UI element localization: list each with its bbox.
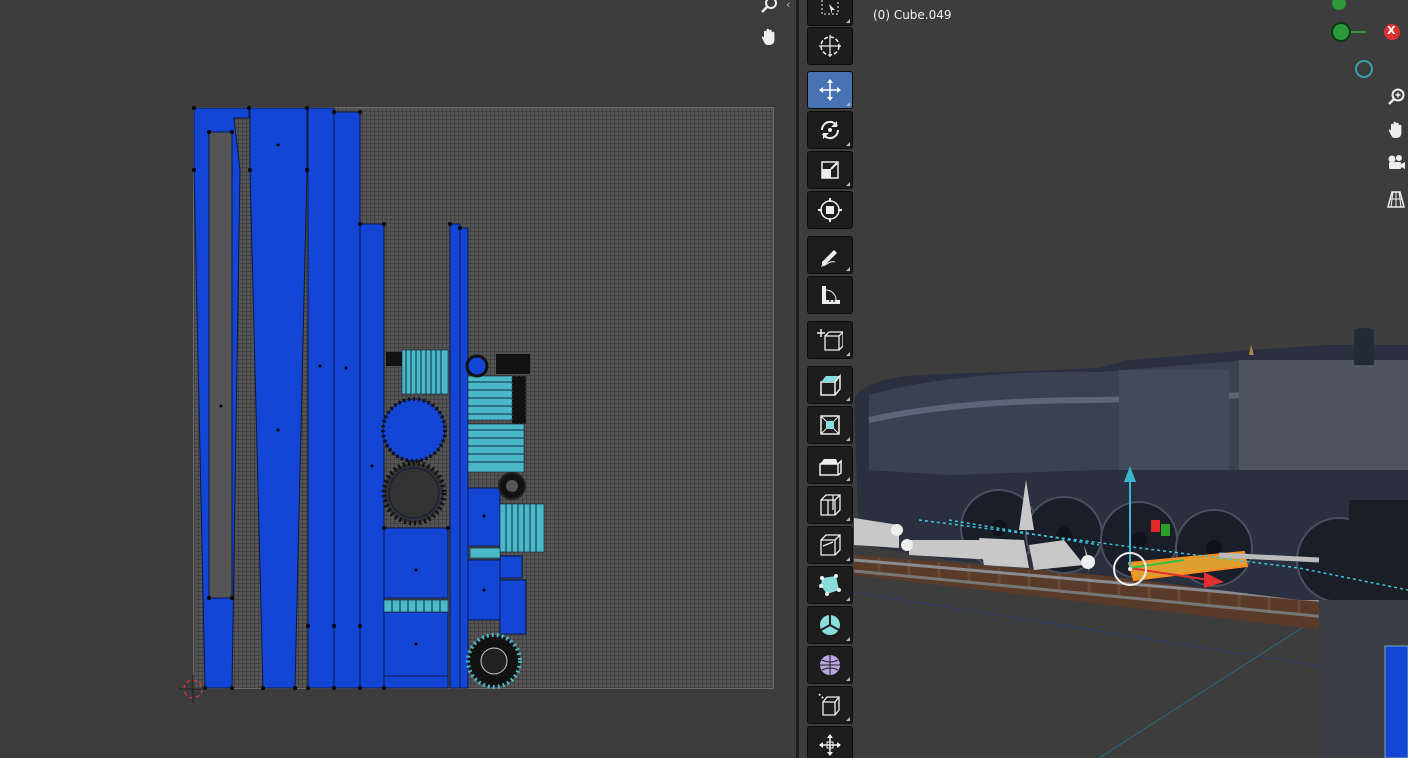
uv-island-stripes-6 <box>469 547 501 559</box>
tool-poly-build[interactable] <box>807 566 853 604</box>
tool-knife[interactable] <box>807 526 853 564</box>
spin-icon <box>820 615 840 635</box>
uv-editor-area[interactable] <box>0 0 796 758</box>
inset-icon <box>820 415 840 435</box>
uv-island-box-3 <box>383 675 449 689</box>
tool-annotate[interactable] <box>807 236 853 274</box>
tool-add-cube[interactable] <box>807 321 853 359</box>
uv-island-box-1 <box>383 527 449 599</box>
navigation-gizmo <box>1331 0 1400 78</box>
uv-islands[interactable] <box>0 0 796 758</box>
uv-island-ring-1 <box>381 460 447 526</box>
uv-island-strip-7 <box>459 227 469 689</box>
cursor-icon <box>819 35 841 57</box>
tool-shear[interactable] <box>807 686 853 724</box>
collapse-arrow-icon[interactable]: ‹ <box>786 0 790 11</box>
tool-transform[interactable] <box>807 191 853 229</box>
tool-smooth[interactable] <box>807 646 853 684</box>
move-icon <box>819 79 841 101</box>
scale-icon <box>821 161 839 179</box>
add-cube-icon <box>817 329 843 351</box>
viewport-scene[interactable] <box>799 0 1408 758</box>
bevel-icon <box>819 459 842 476</box>
tool-extrude-region[interactable] <box>807 366 853 404</box>
shear-icon <box>818 693 840 716</box>
uv-island-stripes-3 <box>467 423 525 473</box>
tool-inset-faces[interactable] <box>807 406 853 444</box>
uv-island-strip-3 <box>307 107 335 689</box>
tool-bevel[interactable] <box>807 446 853 484</box>
tool-cursor[interactable] <box>807 27 853 65</box>
extrude-icon <box>820 373 841 396</box>
pan-icon[interactable] <box>1383 117 1408 143</box>
uv-dark-block-3 <box>511 375 527 425</box>
tool-spin[interactable] <box>807 606 853 644</box>
uv-2d-cursor-icon <box>179 675 207 703</box>
perspective-grid-icon[interactable] <box>1383 186 1408 212</box>
loop-cut-icon <box>820 494 841 516</box>
tool-rotate[interactable] <box>807 111 853 149</box>
smooth-icon <box>820 655 840 675</box>
annotate-icon <box>820 250 837 267</box>
uv-island-stripes-4 <box>499 503 545 553</box>
rip-icon <box>819 734 841 756</box>
select-box-icon <box>821 0 839 15</box>
uv-island-box-6 <box>499 579 527 635</box>
3d-viewport[interactable]: X (0) Cube.049 <box>799 0 1408 758</box>
rotate-icon <box>820 120 840 140</box>
uv-dark-block-2 <box>496 354 530 374</box>
uv-island-strip-2 <box>249 107 308 689</box>
knife-icon <box>820 534 841 556</box>
uv-island-box-7 <box>499 555 523 579</box>
transform-icon <box>818 198 842 222</box>
uv-dark-block-1 <box>386 352 402 366</box>
uv-island-strip-6 <box>449 223 461 689</box>
uv-island-hole <box>208 131 233 599</box>
poly-build-icon <box>819 574 841 596</box>
camera-icon[interactable] <box>1383 150 1408 176</box>
pan-icon[interactable] <box>756 24 782 50</box>
gizmo-x-label[interactable]: X <box>1387 24 1395 37</box>
uv-island-ring-4 <box>465 354 489 378</box>
uv-island-strip-5 <box>359 223 385 689</box>
measure-icon <box>822 286 840 304</box>
tool-rip[interactable] <box>807 726 853 758</box>
tool-loop-cut[interactable] <box>807 486 853 524</box>
uv-preview-panel <box>1384 645 1408 758</box>
object-name-label: (0) Cube.049 <box>873 8 952 22</box>
tool-measure[interactable] <box>807 276 853 314</box>
tool-scale[interactable] <box>807 151 853 189</box>
uv-island-strip-4 <box>333 111 361 689</box>
zoom-icon[interactable] <box>1383 84 1408 110</box>
tool-select-box[interactable] <box>807 0 853 26</box>
tool-move[interactable] <box>807 71 853 109</box>
